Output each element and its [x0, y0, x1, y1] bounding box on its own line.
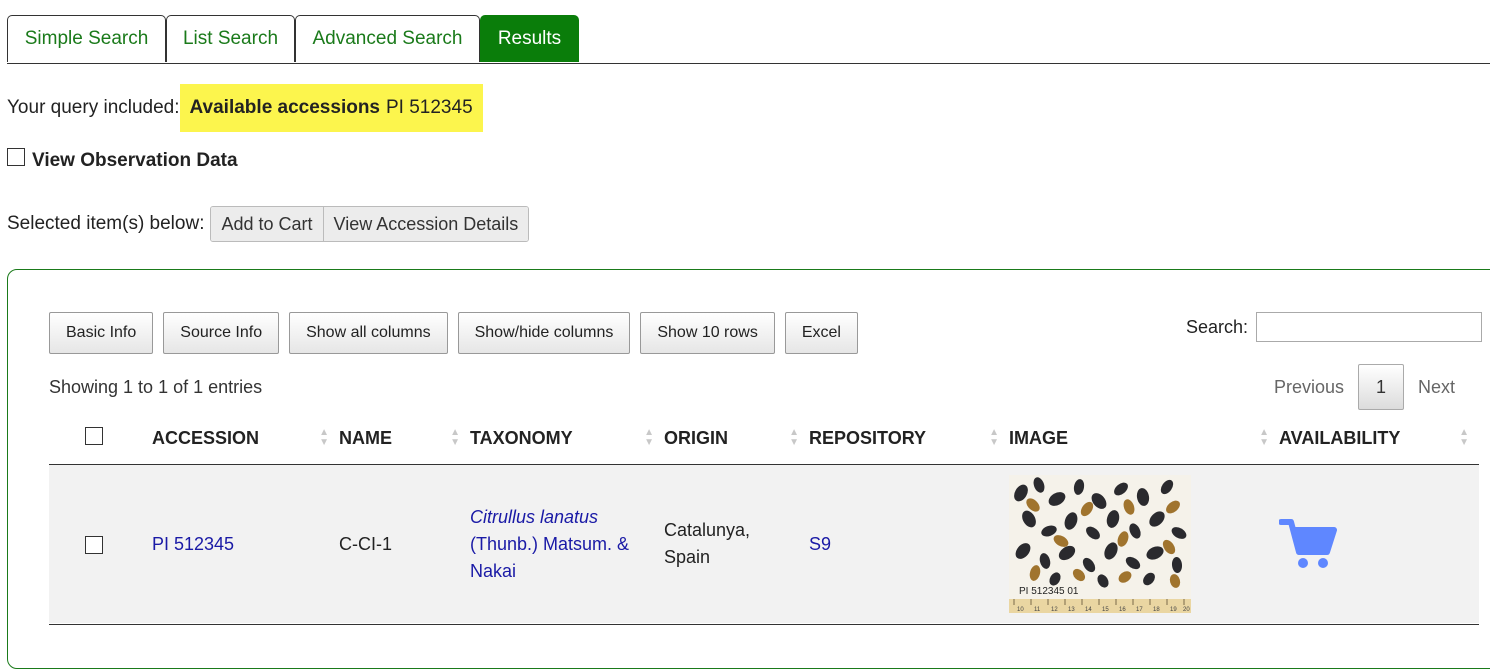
show-hide-columns-button[interactable]: Show/hide columns	[457, 312, 631, 354]
search-tabs: Simple Search List Search Advanced Searc…	[7, 15, 1490, 64]
origin-text: Catalunya, Spain	[664, 520, 751, 567]
excel-button[interactable]: Excel	[784, 312, 858, 354]
table-header-row: ACCESSION ▲ ▼ NAME ▲ ▼ TAXONOMY ▲ ▼ ORIGIN …	[49, 412, 1479, 465]
name-cell: C-CI-1	[339, 464, 470, 623]
column-header-availability[interactable]: AVAILABILITY ▲ ▼	[1279, 412, 1479, 465]
pagination-next[interactable]: Next	[1404, 377, 1469, 398]
accession-link[interactable]: PI 512345	[152, 534, 234, 554]
observation-toggle: View Observation Data	[7, 148, 238, 172]
select-all-checkbox[interactable]	[85, 426, 103, 445]
ruler-tick: 20	[1183, 607, 1190, 613]
row-select-cell	[49, 464, 152, 623]
ruler-tick: 11	[1034, 607, 1041, 613]
table-search: Search:	[1186, 312, 1483, 342]
accession-cell: PI 512345	[152, 464, 339, 623]
observation-checkbox[interactable]	[7, 148, 25, 166]
sort-icon: ▲ ▼	[989, 427, 999, 448]
selected-prefix: Selected item(s) below:	[7, 213, 205, 234]
search-input[interactable]	[1256, 312, 1483, 342]
column-header-accession[interactable]: ACCESSION ▲ ▼	[152, 412, 339, 465]
cart-icon[interactable]	[1279, 518, 1337, 570]
query-filter-value: PI 512345	[386, 97, 473, 118]
tab-list-search[interactable]: List Search	[166, 15, 295, 62]
selected-actions: Selected item(s) below: Add to Cart View…	[7, 206, 530, 242]
availability-cell	[1279, 464, 1479, 623]
entries-summary: Showing 1 to 1 of 1 entries	[49, 377, 263, 397]
show-rows-button[interactable]: Show 10 rows	[640, 312, 775, 354]
ruler-tick: 15	[1102, 607, 1109, 613]
ruler-tick: 17	[1136, 607, 1143, 613]
pagination-page-current[interactable]: 1	[1358, 364, 1405, 410]
taxonomy-species: Citrullus lanatus	[470, 506, 599, 527]
show-all-columns-button[interactable]: Show all columns	[289, 312, 448, 354]
image-caption: PI 512345 01	[1019, 586, 1079, 597]
add-to-cart-button[interactable]: Add to Cart	[211, 207, 323, 241]
results-table: ACCESSION ▲ ▼ NAME ▲ ▼ TAXONOMY ▲ ▼ ORIGIN …	[49, 412, 1479, 623]
query-highlight: Available accessions PI 512345	[179, 84, 483, 132]
ruler-tick: 10	[1017, 607, 1024, 613]
image-cell: PI 512345 01 10 11 12 13 14 15 16 17 18 …	[1009, 464, 1279, 623]
seed-photo: PI 512345 01 10 11 12 13 14 15 16 17 18 …	[1009, 475, 1191, 613]
source-info-button[interactable]: Source Info	[163, 312, 280, 354]
taxonomy-authority: (Thunb.) Matsum. & Nakai	[470, 533, 630, 581]
table-toolbar: Basic Info Source Info Show all columns …	[49, 312, 858, 354]
column-header-repository[interactable]: REPOSITORY ▲ ▼	[809, 412, 1009, 465]
sort-icon: ▲ ▼	[450, 427, 460, 448]
query-filter-label: Available accessions	[189, 97, 380, 118]
ruler-tick: 12	[1051, 607, 1058, 613]
select-all-header	[49, 412, 152, 465]
taxonomy-cell: Citrullus lanatus (Thunb.) Matsum. & Nak…	[470, 464, 664, 623]
row-select-checkbox[interactable]	[85, 535, 103, 554]
accession-name: C-CI-1	[339, 533, 392, 554]
column-header-taxonomy[interactable]: TAXONOMY ▲ ▼	[470, 412, 664, 465]
sort-icon: ▲ ▼	[789, 427, 799, 448]
sort-icon: ▲ ▼	[319, 427, 329, 448]
taxonomy-link[interactable]: Citrullus lanatus (Thunb.) Matsum. & Nak…	[470, 504, 645, 585]
table-bottom-border	[49, 624, 1479, 625]
sort-icon: ▲ ▼	[1259, 427, 1269, 448]
basic-info-button[interactable]: Basic Info	[49, 312, 154, 354]
ruler-tick: 19	[1170, 607, 1177, 613]
observation-label: View Observation Data	[32, 150, 238, 171]
column-header-image[interactable]: IMAGE ▲ ▼	[1009, 412, 1279, 465]
table-row: PI 512345 C-CI-1 Citrullus lanatus (Thun…	[49, 464, 1479, 623]
ruler-tick: 13	[1068, 607, 1075, 613]
repository-cell: S9	[809, 464, 1009, 623]
column-header-origin[interactable]: ORIGIN ▲ ▼	[664, 412, 809, 465]
selected-button-group: Add to Cart View Accession Details	[210, 206, 530, 242]
tab-simple-search[interactable]: Simple Search	[7, 15, 166, 62]
ruler-tick: 18	[1153, 607, 1160, 613]
view-accession-details-button[interactable]: View Accession Details	[322, 207, 529, 241]
sort-icon: ▲ ▼	[1459, 427, 1469, 448]
origin-cell: Catalunya, Spain	[664, 464, 809, 623]
tab-results[interactable]: Results	[480, 15, 579, 62]
sort-icon: ▲ ▼	[644, 427, 654, 448]
pagination: Previous 1 Next	[1260, 364, 1469, 410]
ruler-tick: 14	[1085, 607, 1092, 613]
repository-link[interactable]: S9	[809, 534, 831, 554]
seed-image-thumbnail[interactable]: PI 512345 01 10 11 12 13 14 15 16 17 18 …	[1009, 475, 1191, 613]
column-header-name[interactable]: NAME ▲ ▼	[339, 412, 470, 465]
query-summary: Your query included: Available accession…	[7, 84, 483, 132]
search-label: Search:	[1186, 316, 1249, 337]
query-prefix: Your query included:	[7, 97, 180, 118]
tab-advanced-search[interactable]: Advanced Search	[295, 15, 480, 62]
ruler-tick: 16	[1119, 607, 1126, 613]
pagination-previous[interactable]: Previous	[1260, 377, 1358, 398]
